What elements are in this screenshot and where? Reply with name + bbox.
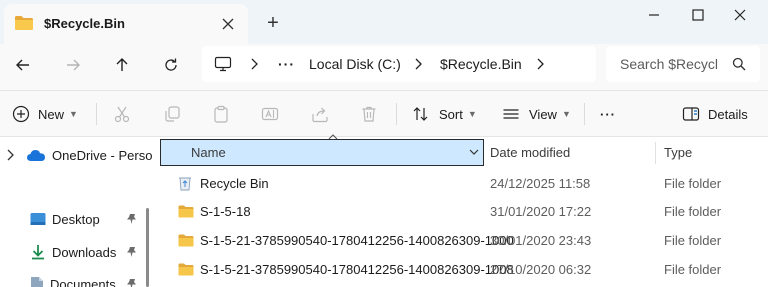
minimize-icon[interactable] (634, 0, 674, 30)
maximize-icon[interactable] (678, 0, 718, 30)
view-label: View (529, 106, 557, 122)
sidebar-item-label: Desktop (52, 211, 100, 227)
refresh-icon[interactable] (156, 50, 186, 80)
paste-icon[interactable] (212, 99, 230, 129)
title-bar: $Recycle.Bin + (0, 0, 768, 44)
more-options-button[interactable]: ··· (600, 99, 616, 129)
this-pc-icon[interactable] (214, 46, 232, 82)
table-row[interactable]: S-1-5-21-3785990540-1780412256-140082630… (158, 255, 768, 283)
new-tab-button[interactable]: + (262, 12, 284, 34)
file-date: 31/01/2020 17:22 (490, 203, 592, 219)
column-header-type[interactable]: Type (664, 139, 692, 166)
details-pane-icon (682, 106, 700, 122)
file-date: 24/12/2025 11:58 (490, 175, 591, 191)
new-button[interactable]: New ▼ (12, 99, 78, 129)
breadcrumb-overflow-button[interactable]: ··· (278, 46, 295, 82)
desktop-folder-icon (30, 212, 46, 226)
column-header-name[interactable]: Name (160, 139, 484, 166)
breadcrumb-recycle-bin[interactable]: $Recycle.Bin (440, 46, 522, 82)
table-row[interactable]: S-1-5-21-3785990540-1780412256-140082630… (158, 226, 768, 254)
file-type: File folder (664, 232, 722, 248)
pin-icon[interactable] (126, 246, 137, 258)
search-box[interactable] (606, 46, 760, 82)
sidebar-item-downloads[interactable]: Downloads (30, 239, 140, 265)
sort-button[interactable]: Sort ▼ (412, 99, 477, 129)
column-header-label: Date modified (490, 145, 571, 160)
tab-close-icon[interactable] (218, 14, 238, 34)
file-type: File folder (664, 203, 722, 219)
cut-icon[interactable] (113, 99, 131, 129)
view-lines-icon (502, 105, 520, 123)
breadcrumb-local-disk[interactable]: Local Disk (C:) (309, 46, 401, 82)
folder-icon (178, 197, 194, 225)
delete-icon[interactable] (360, 99, 378, 129)
column-separator[interactable] (655, 142, 656, 164)
toolbar-separator (584, 103, 585, 125)
sort-label: Sort (439, 106, 463, 122)
column-header-date-modified[interactable]: Date modified (490, 139, 570, 166)
sidebar-item-onedrive[interactable]: OneDrive - Perso (6, 142, 152, 168)
file-name: S-1-5-18 (200, 203, 251, 219)
copy-icon[interactable] (163, 99, 181, 129)
share-icon[interactable] (311, 99, 329, 129)
chevron-down-icon: ▼ (467, 109, 477, 119)
recycle-bin-icon (178, 169, 192, 197)
downloads-icon (30, 244, 46, 260)
table-row[interactable]: S-1-5-18 31/01/2020 17:22 File folder (158, 197, 768, 225)
column-header-label: Name (191, 145, 226, 160)
tab-title: $Recycle.Bin (44, 16, 125, 31)
add-circle-icon (12, 105, 30, 123)
folder-icon (14, 15, 34, 31)
file-date: 30/01/2020 23:43 (490, 232, 592, 248)
back-arrow-icon[interactable] (8, 50, 38, 80)
sidebar-item-desktop[interactable]: Desktop (30, 206, 140, 232)
file-type: File folder (664, 261, 722, 277)
address-bar[interactable]: ··· Local Disk (C:) $Recycle.Bin (202, 46, 596, 82)
search-input[interactable] (620, 56, 728, 72)
sidebar-scrollbar[interactable] (146, 208, 149, 287)
file-name: S-1-5-21-3785990540-1780412256-140082630… (200, 232, 514, 248)
file-type: File folder (664, 175, 722, 191)
breadcrumb-chevron-icon[interactable] (250, 46, 258, 82)
toolbar-separator (396, 103, 397, 125)
file-date: 27/10/2020 06:32 (490, 261, 592, 277)
toolbar-separator (96, 103, 97, 125)
sidebar-item-label: Downloads (52, 244, 117, 260)
sidebar-item-label: OneDrive - Perso (52, 147, 153, 163)
up-arrow-icon[interactable] (107, 50, 137, 80)
chevron-down-icon: ▼ (561, 109, 571, 119)
column-header-label: Type (664, 145, 693, 160)
rename-icon[interactable] (261, 99, 279, 129)
new-label: New (38, 106, 65, 122)
breadcrumb-chevron-icon[interactable] (536, 46, 544, 82)
folder-icon (178, 226, 194, 254)
sidebar-item-label: Documents (50, 276, 116, 287)
search-icon[interactable] (732, 57, 746, 71)
column-filter-chevron-icon[interactable] (469, 148, 479, 156)
close-window-icon[interactable] (720, 0, 760, 30)
documents-icon (30, 276, 44, 287)
onedrive-icon (26, 148, 46, 162)
pin-icon[interactable] (126, 213, 137, 225)
pin-icon[interactable] (126, 278, 137, 287)
navigation-pane: OneDrive - Perso Desktop Downloads Docum… (0, 137, 152, 287)
details-label: Details (708, 106, 748, 122)
sort-arrows-icon (412, 105, 430, 123)
table-row[interactable]: Recycle Bin 24/12/2025 11:58 File folder (158, 169, 768, 197)
file-name: Recycle Bin (200, 175, 269, 191)
navigation-row: ··· Local Disk (C:) $Recycle.Bin (0, 44, 768, 90)
details-pane-button[interactable]: Details (682, 99, 748, 129)
forward-arrow-icon[interactable] (58, 50, 88, 80)
sidebar-item-documents[interactable]: Documents (30, 271, 140, 287)
expand-chevron-icon[interactable] (6, 149, 14, 161)
view-button[interactable]: View ▼ (502, 99, 571, 129)
command-bar: New ▼ Sort ▼ View ▼ ··· Details (0, 91, 768, 137)
chevron-down-icon: ▼ (69, 109, 78, 119)
folder-icon (178, 255, 194, 283)
file-list: Name Date modified Type Recycle Bin 24/1… (158, 134, 768, 287)
breadcrumb-chevron-icon[interactable] (414, 46, 422, 82)
file-name: S-1-5-21-3785990540-1780412256-140082630… (200, 261, 514, 277)
tab-recycle-bin[interactable]: $Recycle.Bin (4, 4, 248, 44)
